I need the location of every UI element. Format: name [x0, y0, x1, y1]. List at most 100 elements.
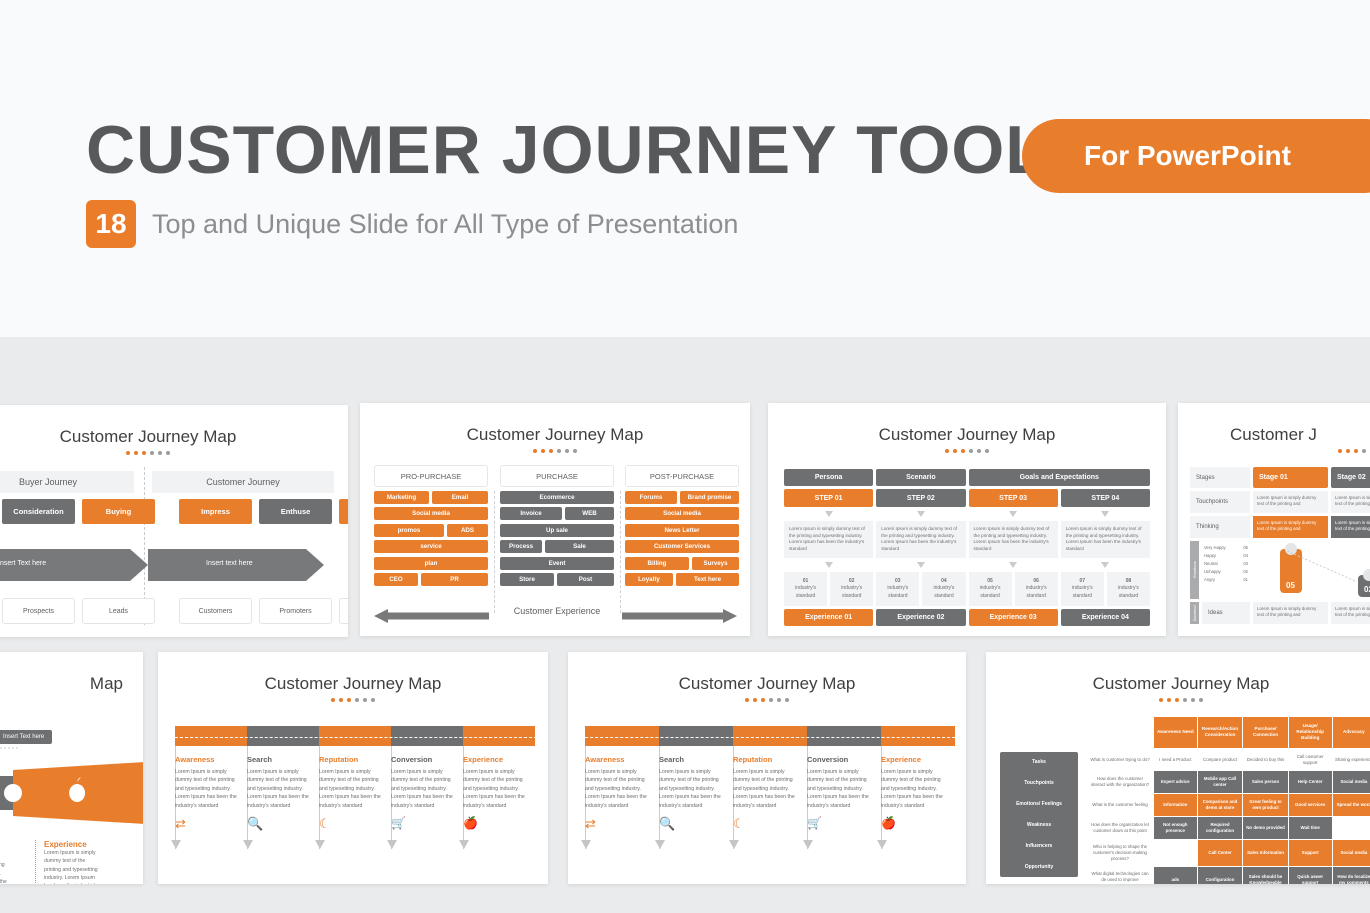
- step-bar: [175, 726, 247, 746]
- slide-thumbnail-4[interactable]: Customer J Stages Stage 01 Stage 02 Touc…: [1178, 403, 1370, 636]
- number-caption: industry's standard: [1025, 585, 1047, 599]
- cell: Lorem Ipsum is simply dummy text of the …: [1331, 516, 1370, 538]
- row-label: Thinking: [1190, 516, 1250, 538]
- tag[interactable]: Surveys: [692, 556, 739, 570]
- emotion-label: Neutral: [1204, 560, 1218, 566]
- stage-button[interactable]: Buying: [82, 499, 155, 524]
- slide-thumbnail-7[interactable]: Customer Journey Map Awareness Lorem Ips…: [568, 652, 966, 884]
- for-powerpoint-badge[interactable]: For PowerPoint: [1022, 119, 1370, 193]
- magnifier-icon: 🔍: [659, 816, 676, 832]
- tag[interactable]: Forums: [625, 490, 677, 504]
- step-chip[interactable]: STEP 01: [784, 489, 874, 507]
- slide-thumbnail-8[interactable]: Customer Journey Map Tasks Touchpoints E…: [986, 652, 1370, 884]
- tag[interactable]: Social media: [374, 507, 488, 520]
- matrix-cell: Social media: [1332, 771, 1370, 794]
- emotion-label: Happy: [1204, 552, 1217, 558]
- step-bar: [733, 726, 807, 746]
- tag[interactable]: Event: [500, 556, 614, 570]
- stage-button[interactable]: Advocate: [339, 499, 348, 524]
- experience-chip[interactable]: Experience 01: [784, 609, 874, 627]
- step-chip[interactable]: STEP 02: [876, 489, 966, 507]
- tag[interactable]: News Letter: [625, 523, 739, 537]
- tag[interactable]: Social media: [625, 507, 739, 520]
- title-dots: [768, 449, 1166, 453]
- step-text: Lorem Ipsum is simply dummy text of the …: [175, 769, 237, 809]
- stage-button[interactable]: Consideration: [2, 499, 75, 524]
- tag[interactable]: Marketing: [374, 490, 429, 504]
- tag[interactable]: Text here: [676, 573, 739, 586]
- tag[interactable]: Loyalty: [625, 573, 673, 586]
- question-cell: How does the customer interact with the …: [1090, 776, 1150, 788]
- step-text: Lorem Ipsum is simply dummy text of the …: [881, 769, 943, 809]
- column-header: Advocacy: [1332, 717, 1370, 748]
- tag[interactable]: service: [374, 540, 488, 553]
- column-header: Purchase/ Connection: [1243, 717, 1288, 748]
- description-cell: Lorem Ipsum is simply dummy text of the …: [876, 521, 966, 558]
- question-cell: What digital technologies can de used to…: [1091, 870, 1149, 884]
- tag[interactable]: Brand promise: [680, 490, 739, 504]
- timeline-dash-line: [585, 737, 955, 738]
- arrow-down-icon: [1101, 511, 1110, 517]
- step-bar: [391, 726, 463, 746]
- column-post-purchase: POST-PURCHASE Forums Brand promise Social…: [625, 465, 739, 586]
- tag[interactable]: Sale: [545, 540, 614, 553]
- footer-button[interactable]: Advocate: [339, 598, 348, 624]
- tag[interactable]: Email: [432, 490, 488, 504]
- step-bar: [585, 726, 659, 746]
- tag[interactable]: Invoice: [500, 507, 562, 520]
- slide-thumbnail-6[interactable]: Customer Journey Map Awareness Lorem Ips…: [158, 652, 548, 884]
- step-chip[interactable]: STEP 03: [968, 489, 1058, 507]
- timeline-arrow-icon: [459, 840, 469, 849]
- step-chip[interactable]: STEP 04: [1060, 489, 1150, 507]
- matrix-cell: How do localize my comments: [1332, 866, 1370, 884]
- experience-chip[interactable]: Experience 02: [876, 609, 966, 627]
- footer-button[interactable]: Prospects: [2, 598, 75, 624]
- stage-header[interactable]: Stage 01: [1253, 467, 1328, 488]
- step-text: Lorem Ipsum is simply dummy text of the …: [585, 769, 647, 809]
- tag[interactable]: Store: [500, 573, 554, 586]
- tag[interactable]: Billing: [625, 556, 689, 570]
- tag[interactable]: Ecommerce: [500, 490, 614, 504]
- tag[interactable]: plan: [374, 556, 488, 570]
- slide-thumbnail-1[interactable]: Customer Journey Map Buyer Journey Custo…: [0, 405, 348, 637]
- title-dots: [1178, 449, 1370, 453]
- step-row: STEP 01 STEP 02 STEP 03 STEP 04: [784, 489, 1150, 507]
- row-label: Touchpoints: [1024, 780, 1054, 787]
- footer-button[interactable]: Customers: [179, 598, 252, 624]
- emotion-value: 01: [1243, 576, 1248, 582]
- stage-header[interactable]: Stage 02: [1331, 467, 1370, 488]
- funnel-graphic: [0, 762, 143, 829]
- slide-thumbnail-2[interactable]: Customer Journey Map PRO-PURCHASE Market…: [360, 403, 750, 636]
- tag[interactable]: CEO: [374, 573, 418, 586]
- tag[interactable]: WEB: [565, 507, 614, 520]
- tag[interactable]: ADS: [447, 523, 488, 537]
- row-label: Touchpoints: [1190, 491, 1250, 513]
- step-label: Search: [659, 755, 685, 764]
- table-header-row: Awareness Need Research/Action Considera…: [1087, 717, 1370, 748]
- slide-thumbnail-5[interactable]: Map Insert Text here chase Lorem Ipsum i…: [0, 652, 143, 884]
- stage-button[interactable]: Impress: [179, 499, 252, 524]
- page-title: CUSTOMER JOURNEY TOOL: [86, 112, 1048, 188]
- tag[interactable]: promos: [374, 523, 444, 537]
- footer-button[interactable]: Leads: [82, 598, 155, 624]
- tag[interactable]: Process: [500, 540, 542, 553]
- tag[interactable]: Up sale: [500, 523, 614, 537]
- section-header-buyer: Buyer Journey: [0, 471, 134, 493]
- tag[interactable]: Customer Services: [625, 540, 739, 553]
- tag[interactable]: PR: [421, 573, 488, 586]
- matrix-cell: Spread the word: [1332, 794, 1370, 817]
- hero-section: CUSTOMER JOURNEY TOOL 18 Top and Unique …: [0, 0, 1370, 337]
- emotion-value: 02: [1243, 568, 1248, 574]
- tag[interactable]: Post: [557, 573, 614, 586]
- number-caption: industry's standard: [887, 585, 909, 599]
- moon-icon: ☾: [319, 816, 331, 832]
- description-cell: Lorem Ipsum is simply dummy text of the …: [968, 521, 1058, 558]
- stage-button[interactable]: Enthuse: [259, 499, 332, 524]
- experience-chip[interactable]: Experience 03: [968, 609, 1058, 627]
- footer-button[interactable]: Promoters: [259, 598, 332, 624]
- experience-chip[interactable]: Experience 04: [1060, 609, 1150, 627]
- matrix-cell: Good services: [1288, 794, 1332, 817]
- matrix-cell: [1154, 840, 1197, 866]
- slide-thumbnail-3[interactable]: Customer Journey Map Persona Scenario Go…: [768, 403, 1166, 636]
- step-text: Lorem Ipsum is simply dummy text of the …: [463, 769, 525, 809]
